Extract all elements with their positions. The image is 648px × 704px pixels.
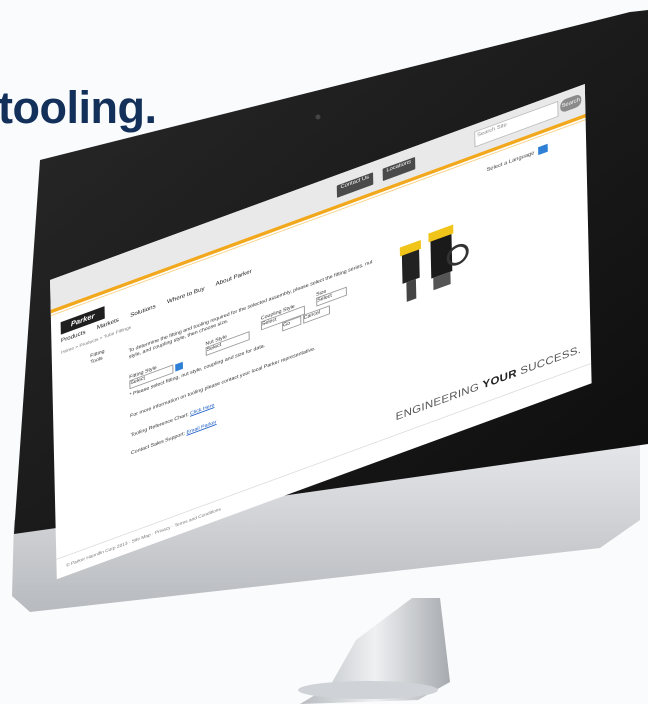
site-top-bar: Contact Us Locations Search Site Search xyxy=(50,84,586,310)
contact-row: Contact Sales Support: Email Parker xyxy=(131,420,217,457)
language-label: Select a Language xyxy=(486,150,535,174)
search-button[interactable]: Search xyxy=(560,93,582,114)
footer[interactable]: © Parker Hannifin Corp 2013 · Site Map ·… xyxy=(66,507,221,569)
crimp-tool-image xyxy=(399,224,469,302)
tagline: ENGINEERING YOUR SUCCESS. xyxy=(395,342,582,423)
globe-icon xyxy=(538,143,548,156)
cancel-button[interactable]: Cancel xyxy=(302,305,330,324)
website-screen: Contact Us Locations Search Site Search … xyxy=(50,84,592,580)
screen-area: Contact Us Locations Search Site Search … xyxy=(0,0,648,704)
email-link[interactable]: Email Parker xyxy=(186,420,216,436)
nav-item-solutions[interactable]: Solutions xyxy=(130,303,156,319)
chart-link[interactable]: Click Here xyxy=(190,403,214,417)
fitting-go-icon[interactable] xyxy=(174,361,183,372)
nav-item-about[interactable]: About Parker xyxy=(215,268,251,287)
nav-item-where-to-buy[interactable]: Where to Buy xyxy=(167,285,205,305)
left-labels: Fitting Tools xyxy=(90,349,105,367)
